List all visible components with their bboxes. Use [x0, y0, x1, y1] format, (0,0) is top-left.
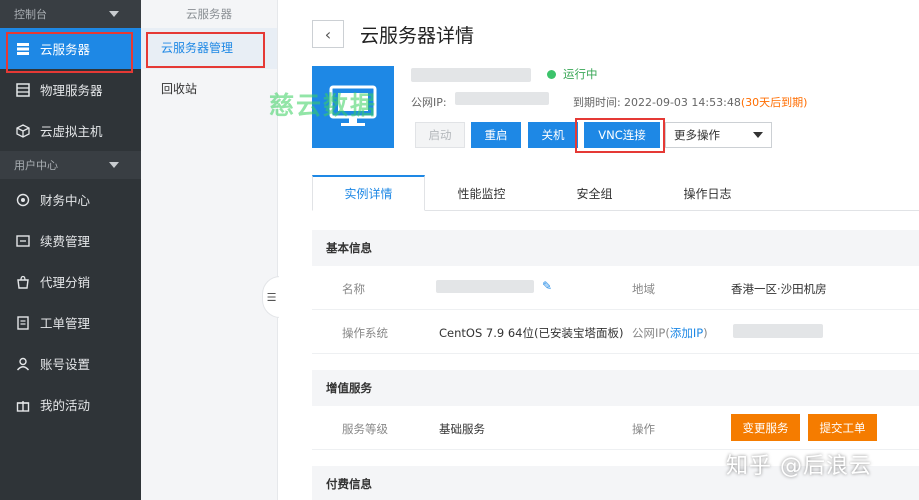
redacted-public-ip-value — [733, 324, 823, 338]
public-ip-field-label: 公网IP(添加IP) — [632, 325, 708, 341]
expire-value: 2022-09-03 14:53:48(30天后到期) — [624, 94, 807, 110]
name-label: 名称 — [342, 282, 365, 296]
subnav-item-recycle-bin[interactable]: 回收站 — [141, 69, 277, 110]
watermark-text: 慈云数据 — [269, 91, 378, 120]
add-ip-link[interactable]: 添加IP — [670, 326, 703, 340]
change-service-button[interactable]: 变更服务 — [731, 414, 800, 441]
sidebar-section-label: 用户中心 — [14, 159, 58, 172]
grid-icon — [16, 82, 30, 97]
zhihu-watermark: 知乎 @后浪云 — [726, 454, 872, 479]
highlight-box-vnc — [575, 118, 665, 153]
chevron-down-icon — [109, 162, 119, 168]
detail-tabs: 实例详情 性能监控 安全组 操作日志 — [312, 175, 919, 211]
operation-label: 操作 — [632, 422, 655, 436]
sidebar-item-finance[interactable]: 财务中心 — [0, 179, 141, 220]
sidebar-item-label: 云虚拟主机 — [40, 124, 103, 139]
sidebar-item-account[interactable]: 账号设置 — [0, 343, 141, 384]
shutdown-button[interactable]: 关机 — [528, 122, 578, 148]
os-value: CentOS 7.9 64位(已安装宝塔面板) — [439, 326, 624, 340]
region-label: 地域 — [632, 282, 655, 296]
redacted-public-ip — [455, 92, 549, 105]
info-row: 服务等级 基础服务 操作 变更服务 提交工单 — [312, 406, 919, 450]
cube-icon — [16, 123, 30, 138]
sidebar-item-physical-server[interactable]: 物理服务器 — [0, 69, 141, 110]
sidebar-item-label: 财务中心 — [40, 193, 91, 208]
expire-datetime: 2022-09-03 14:53:48 — [624, 96, 741, 109]
sidebar-item-label: 账号设置 — [40, 357, 91, 372]
sidebar-item-label: 物理服务器 — [40, 83, 103, 98]
ticket-icon — [16, 315, 30, 330]
expire-label: 到期时间: — [573, 96, 621, 109]
status-badge: 运行中 — [547, 66, 598, 82]
page-title: 云服务器详情 — [360, 25, 475, 47]
renew-icon — [16, 234, 30, 248]
user-icon — [16, 357, 30, 371]
chevron-down-icon — [109, 11, 119, 17]
service-level-label: 服务等级 — [342, 422, 388, 436]
region-value: 香港一区·沙田机房 — [731, 282, 827, 296]
sidebar-item-agent[interactable]: 代理分销 — [0, 261, 141, 302]
sidebar-item-tickets[interactable]: 工单管理 — [0, 302, 141, 343]
public-ip-close: ) — [703, 326, 708, 340]
sub-navigation: 云服务器 云服务器管理 回收站 — [141, 0, 278, 500]
os-label: 操作系统 — [342, 326, 388, 340]
expire-note: (30天后到期) — [740, 96, 808, 109]
section-value-added: 增值服务 — [312, 370, 919, 406]
sidebar-item-label: 续费管理 — [40, 234, 91, 249]
info-row: 名称 ✎ 地域 香港一区·沙田机房 — [312, 266, 919, 310]
highlight-box-sidebar — [6, 32, 133, 73]
sidebar-section-user-center[interactable]: 用户中心 — [0, 151, 141, 179]
sidebar-item-renewal[interactable]: 续费管理 — [0, 220, 141, 261]
sidebar-section-label: 控制台 — [14, 8, 47, 21]
sidebar-item-virtual-host[interactable]: 云虚拟主机 — [0, 110, 141, 151]
redacted-name-value — [436, 280, 534, 293]
tab-security-group[interactable]: 安全组 — [538, 175, 651, 211]
info-row: 操作系统 CentOS 7.9 64位(已安装宝塔面板) 公网IP(添加IP) — [312, 310, 919, 354]
restart-button[interactable]: 重启 — [471, 122, 521, 148]
more-actions-dropdown[interactable]: 更多操作 — [665, 122, 772, 148]
chevron-down-icon — [753, 132, 763, 138]
redacted-server-name — [411, 68, 531, 82]
public-ip-label: 公网IP: — [411, 96, 447, 109]
tab-performance[interactable]: 性能监控 — [425, 175, 538, 211]
public-ip-text: 公网IP( — [632, 326, 670, 340]
sidebar-item-label: 我的活动 — [40, 398, 91, 413]
section-basic-info: 基本信息 — [312, 230, 919, 266]
sidebar-item-label: 工单管理 — [40, 316, 91, 331]
edit-icon[interactable]: ✎ — [542, 279, 552, 293]
subnav-title: 云服务器 — [186, 7, 232, 21]
coin-icon — [16, 193, 30, 207]
submit-ticket-button[interactable]: 提交工单 — [808, 414, 877, 441]
main-content: ‹ 云服务器详情 运行中 公网IP: 到期时间: 2022-09-03 14:5… — [269, 0, 919, 500]
highlight-box-subnav — [146, 32, 265, 68]
more-actions-label: 更多操作 — [674, 128, 720, 142]
handbag-icon — [16, 275, 30, 289]
tab-instance-details[interactable]: 实例详情 — [312, 175, 425, 211]
status-text: 运行中 — [563, 67, 598, 81]
tab-operation-log[interactable]: 操作日志 — [651, 175, 764, 211]
service-level-value: 基础服务 — [439, 422, 485, 436]
back-button[interactable]: ‹ — [312, 20, 344, 48]
gift-icon — [16, 398, 30, 412]
sidebar-item-label: 代理分销 — [40, 275, 91, 290]
start-button[interactable]: 启动 — [415, 122, 465, 148]
status-dot-icon — [547, 69, 556, 79]
main-sidebar: 控制台 云服务器 物理服务器 云虚拟主机 用户中心 财务中心 续费管理 代理分销… — [0, 0, 141, 500]
sidebar-section-console[interactable]: 控制台 — [0, 0, 141, 28]
sidebar-item-activities[interactable]: 我的活动 — [0, 384, 141, 425]
